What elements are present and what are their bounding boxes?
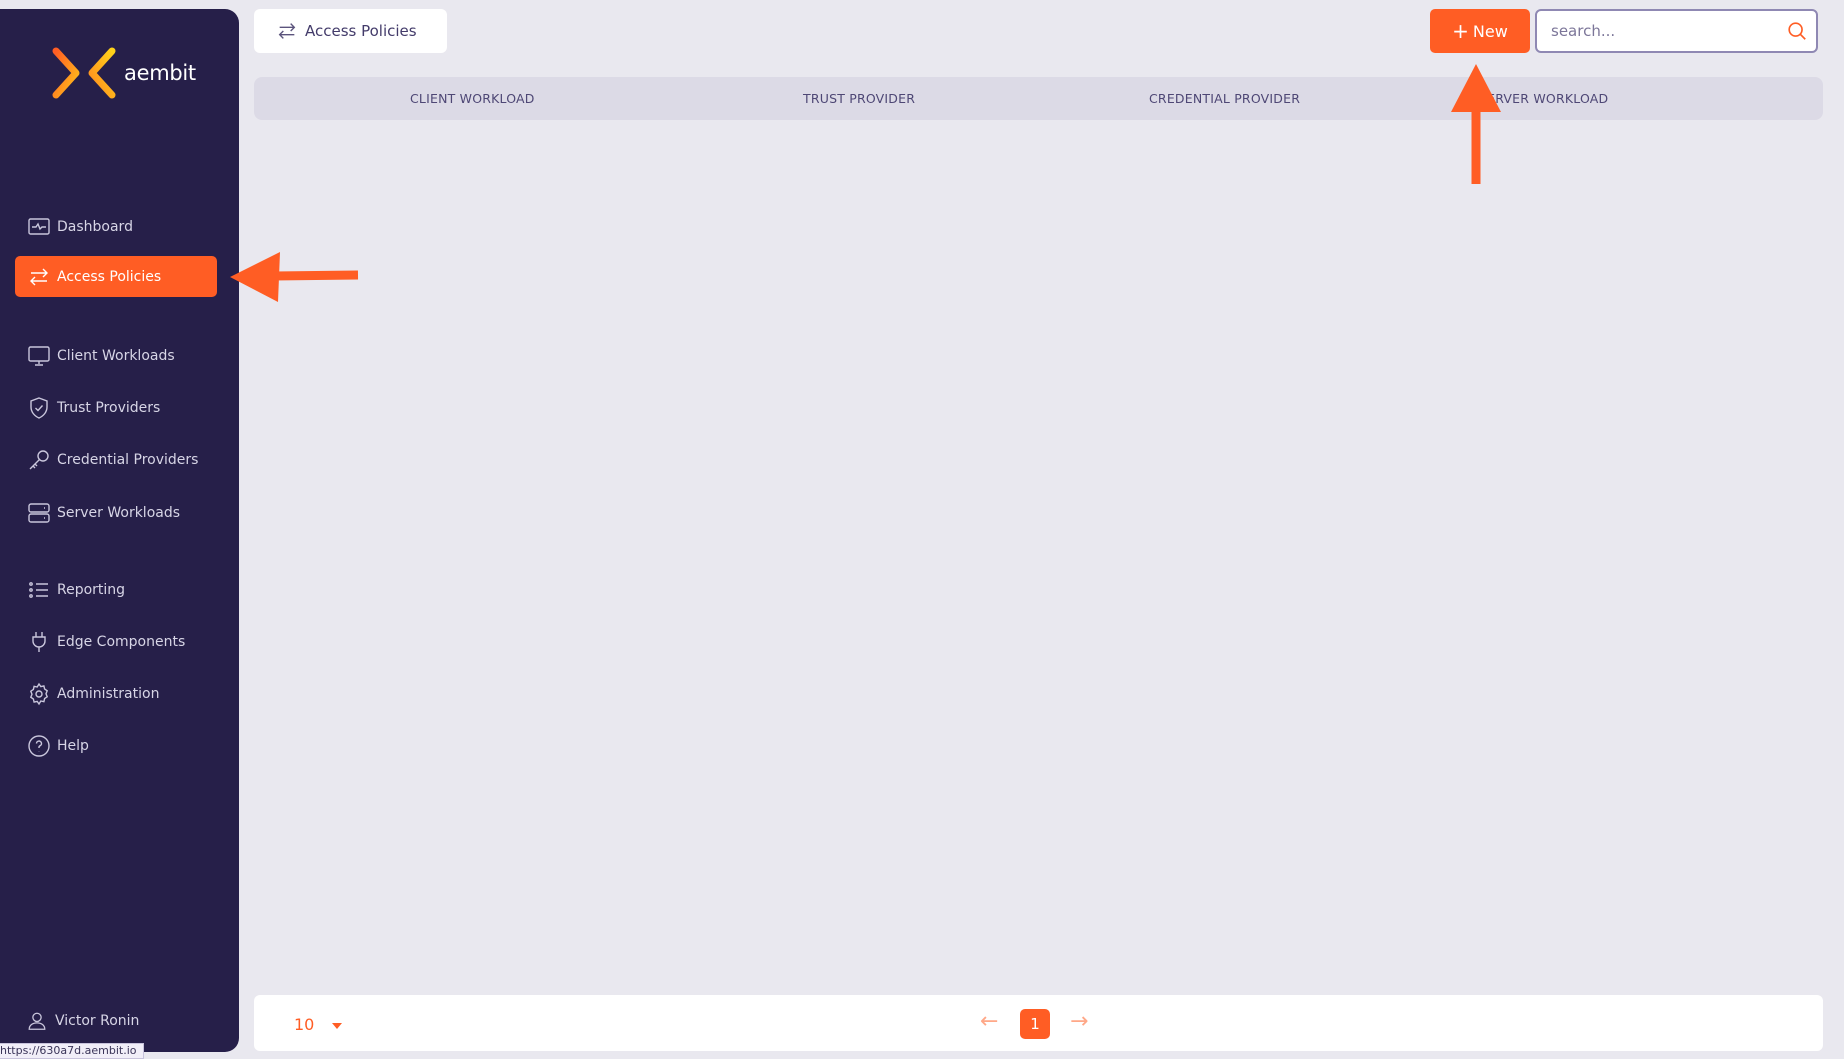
aembit-logo-icon — [52, 47, 116, 99]
gear-icon — [26, 681, 52, 707]
plus-icon: + — [1452, 19, 1469, 43]
sidebar-item-label: Credential Providers — [57, 451, 199, 468]
sidebar-item-label: Edge Components — [57, 633, 186, 650]
sidebar-item-reporting[interactable]: Reporting — [15, 569, 217, 610]
user-name: Victor Ronin — [55, 1013, 140, 1029]
key-icon — [26, 447, 52, 473]
app-root: aembit Dashboard Access Policies Client … — [0, 0, 1844, 1059]
column-header-credential-provider[interactable]: CREDENTIAL PROVIDER — [1149, 91, 1300, 106]
new-button[interactable]: + New — [1430, 9, 1530, 53]
list-icon — [26, 577, 52, 603]
sidebar-item-administration[interactable]: Administration — [15, 673, 217, 714]
sidebar-item-label: Server Workloads — [57, 504, 181, 521]
user-icon — [28, 1012, 46, 1030]
annotation-arrow-left-icon — [230, 252, 359, 302]
page-title-text: Access Policies — [305, 22, 417, 40]
search-icon[interactable] — [1786, 20, 1808, 42]
pagination-bar: 10 ← 1 → — [254, 995, 1823, 1051]
column-header-trust-provider[interactable]: TRUST PROVIDER — [803, 91, 915, 106]
next-page-button[interactable]: → — [1070, 1009, 1088, 1034]
table-header: CLIENT WORKLOAD TRUST PROVIDER CREDENTIA… — [254, 77, 1823, 120]
server-icon — [26, 500, 52, 526]
sidebar-item-label: Trust Providers — [57, 399, 161, 416]
plug-icon — [26, 629, 52, 655]
brand-name: aembit — [124, 61, 196, 85]
sidebar-item-trust-providers[interactable]: Trust Providers — [15, 387, 217, 428]
search-box — [1535, 9, 1818, 53]
sidebar-item-label: Dashboard — [57, 218, 133, 235]
page-title: Access Policies — [254, 9, 447, 53]
sidebar: aembit Dashboard Access Policies Client … — [0, 9, 239, 1052]
arrows-exchange-icon — [278, 23, 296, 39]
monitor-icon — [26, 343, 52, 369]
sidebar-item-access-policies[interactable]: Access Policies — [15, 256, 217, 297]
column-header-client-workload[interactable]: CLIENT WORKLOAD — [410, 91, 535, 106]
page-number-button[interactable]: 1 — [1020, 1009, 1050, 1039]
user-menu[interactable]: Victor Ronin — [26, 1010, 139, 1032]
sidebar-item-label: Reporting — [57, 581, 126, 598]
sidebar-item-server-workloads[interactable]: Server Workloads — [15, 492, 217, 533]
activity-monitor-icon — [26, 214, 52, 240]
sidebar-item-label: Access Policies — [57, 268, 162, 285]
sidebar-item-label: Help — [57, 737, 89, 754]
search-input[interactable] — [1551, 22, 1786, 40]
annotation-arrow-up-icon — [1451, 64, 1501, 184]
previous-page-button[interactable]: ← — [980, 1009, 998, 1034]
sidebar-item-client-workloads[interactable]: Client Workloads — [15, 335, 217, 376]
arrows-exchange-icon — [26, 264, 52, 290]
sidebar-item-credential-providers[interactable]: Credential Providers — [15, 439, 217, 480]
status-bar-url: https://630a7d.aembit.io — [0, 1043, 144, 1059]
sidebar-item-label: Administration — [57, 685, 160, 702]
sidebar-item-dashboard[interactable]: Dashboard — [15, 206, 217, 247]
help-circle-icon — [26, 733, 52, 759]
shield-check-icon — [26, 395, 52, 421]
page-size-value: 10 — [294, 1015, 315, 1034]
page-size-select[interactable]: 10 — [294, 1015, 343, 1034]
sidebar-item-label: Client Workloads — [57, 347, 175, 364]
brand-logo[interactable]: aembit — [50, 45, 196, 101]
sidebar-item-help[interactable]: Help — [15, 725, 217, 766]
new-button-label: New — [1472, 21, 1508, 41]
caret-down-icon — [332, 1022, 343, 1029]
sidebar-item-edge-components[interactable]: Edge Components — [15, 621, 217, 662]
